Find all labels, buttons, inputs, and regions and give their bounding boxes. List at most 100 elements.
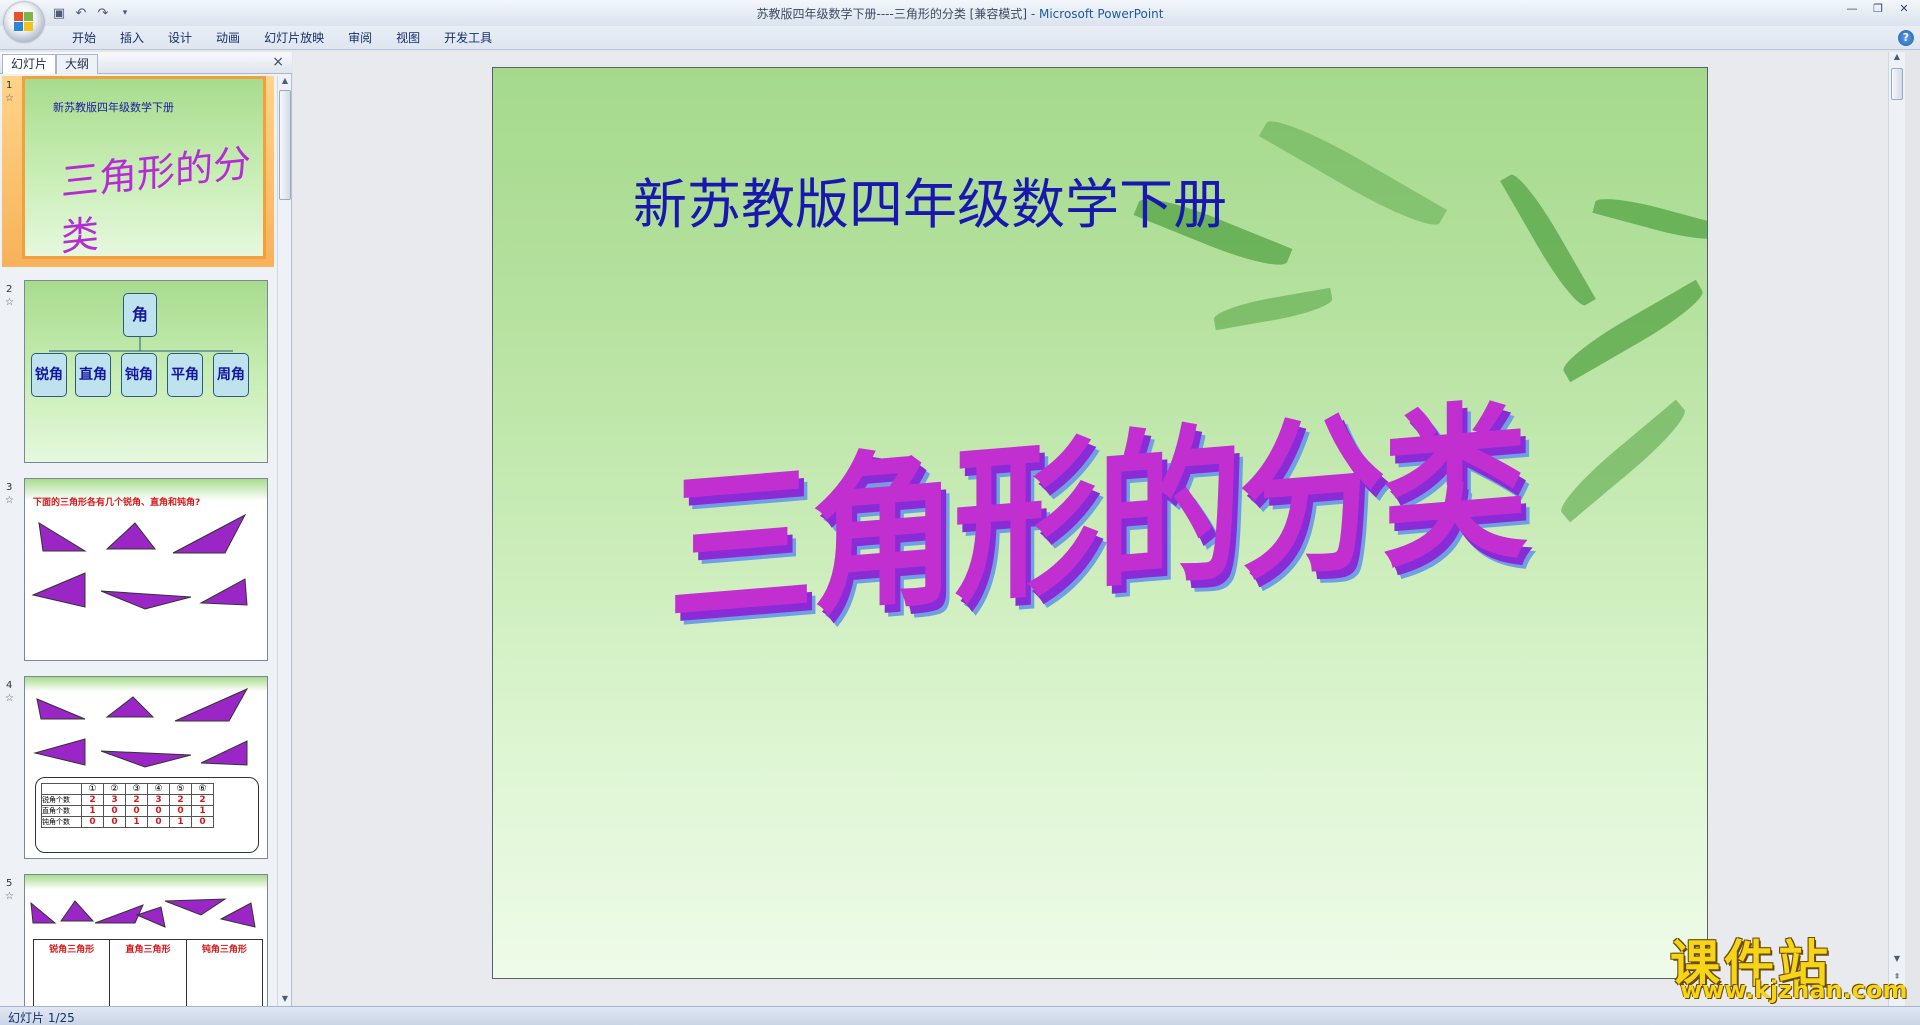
editor-scrollbar[interactable]: ▲ ▼ ⇞ ⇟ xyxy=(1888,52,1905,1006)
table-cell: ③ xyxy=(125,783,148,795)
table-cell: 2 xyxy=(125,794,148,806)
table-cell: ② xyxy=(103,783,126,795)
tab-home[interactable]: 开始 xyxy=(60,27,108,49)
status-bar: 幻灯片 1/25 xyxy=(0,1006,1920,1025)
table-cell: 0 xyxy=(81,816,104,828)
thumbnails-scrollbar[interactable]: ▲ ▼ xyxy=(277,76,291,1006)
table-cell: 钝角个数 xyxy=(41,816,82,828)
thumbnail-row-4: 4 ☆ ① ② ③ ④ ⑤ ⑥ 锐角个数 2 3 2 3 2 2 直角个数 1 … xyxy=(0,676,276,866)
thumb-category-table: 锐角三角形 直角三角形 钝角三角形 xyxy=(33,939,263,1006)
window-controls: — ❐ ✕ xyxy=(1840,0,1916,16)
table-cell: 3 xyxy=(103,794,126,806)
document-title: 苏教版四年级数学下册----三角形的分类 [兼容模式] - xyxy=(756,7,1039,21)
table-cell: ⑥ xyxy=(191,783,214,795)
thumb-child-box: 锐角 xyxy=(31,353,67,397)
scroll-down-icon[interactable]: ▼ xyxy=(279,994,291,1006)
minimize-icon[interactable]: — xyxy=(1840,0,1864,16)
close-icon[interactable]: ✕ xyxy=(1892,0,1916,16)
current-slide[interactable]: 新苏教版四年级数学下册 三角形的分类 xyxy=(492,67,1708,979)
bamboo-leaf-decoration xyxy=(1258,110,1448,236)
thumbnail-number: 5 xyxy=(6,878,13,889)
table-cell: 2 xyxy=(81,794,104,806)
animation-star-icon: ☆ xyxy=(5,891,14,902)
bamboo-leaf-decoration xyxy=(1500,169,1596,311)
thumbnail-slide-5[interactable]: 锐角三角形 直角三角形 钝角三角形 xyxy=(24,874,268,1006)
tab-outline[interactable]: 大纲 xyxy=(56,54,99,74)
scroll-thumb[interactable] xyxy=(1891,68,1903,100)
table-cell: 2 xyxy=(191,794,214,806)
tab-design[interactable]: 设计 xyxy=(156,27,204,49)
table-row: ① ② ③ ④ ⑤ ⑥ xyxy=(41,783,214,795)
thumb-child-box: 直角 xyxy=(75,353,111,397)
thumb-triangles xyxy=(33,687,249,768)
thumbnail-row-1: 1 ☆ 新苏教版四年级数学下册 三角形的分类 xyxy=(0,76,276,272)
table-cell: 1 xyxy=(169,816,192,828)
ribbon-tabs: 开始 插入 设计 动画 幻灯片放映 审阅 视图 开发工具 xyxy=(60,26,504,50)
table-cell: 0 xyxy=(147,816,170,828)
office-button[interactable] xyxy=(4,2,44,42)
slides-pane: 幻灯片 大纲 × 1 ☆ 新苏教版四年级数学下册 三角形的分类 2 ☆ 角 锐角… xyxy=(0,52,292,1006)
tab-slides[interactable]: 幻灯片 xyxy=(2,54,57,74)
table-cell: ④ xyxy=(147,783,170,795)
ribbon: 开始 插入 设计 动画 幻灯片放映 审阅 视图 开发工具 ? xyxy=(0,26,1920,50)
thumb-child-box: 钝角 xyxy=(121,353,157,397)
scroll-up-icon[interactable]: ▲ xyxy=(1891,52,1903,64)
tab-developer[interactable]: 开发工具 xyxy=(432,27,504,49)
table-cell: 0 xyxy=(169,805,192,817)
table-cell: ① xyxy=(81,783,104,795)
thumb-table: ① ② ③ ④ ⑤ ⑥ 锐角个数 2 3 2 3 2 2 直角个数 1 0 0 … xyxy=(41,783,214,828)
slide-counter: 幻灯片 1/25 xyxy=(8,1011,75,1025)
window-title: 苏教版四年级数学下册----三角形的分类 [兼容模式] - Microsoft … xyxy=(0,5,1920,22)
thumbnail-row-5: 5 ☆ 锐角三角形 直角三角形 钝角三角形 xyxy=(0,874,276,1006)
table-cell: 0 xyxy=(191,816,214,828)
table-cell: 直角三角形 xyxy=(110,940,187,1006)
table-cell: 0 xyxy=(147,805,170,817)
table-cell: 锐角三角形 xyxy=(34,940,111,1006)
thumb-child-box: 平角 xyxy=(167,353,203,397)
table-cell: 1 xyxy=(81,805,104,817)
tab-slideshow[interactable]: 幻灯片放映 xyxy=(252,27,336,49)
help-icon[interactable]: ? xyxy=(1898,30,1914,46)
thumbnail-slide-2[interactable]: 角 锐角 直角 钝角 平角 周角 xyxy=(24,280,268,463)
table-cell: 1 xyxy=(125,816,148,828)
thumbnail-row-2: 2 ☆ 角 锐角 直角 钝角 平角 周角 xyxy=(0,280,276,470)
scroll-up-icon[interactable]: ▲ xyxy=(279,76,291,88)
app-name: Microsoft PowerPoint xyxy=(1038,7,1164,21)
bamboo-leaf-decoration xyxy=(1592,191,1707,247)
tab-review[interactable]: 审阅 xyxy=(336,27,384,49)
animation-star-icon: ☆ xyxy=(5,693,14,704)
thumbnail-slide-4[interactable]: ① ② ③ ④ ⑤ ⑥ 锐角个数 2 3 2 3 2 2 直角个数 1 0 0 … xyxy=(24,676,268,859)
watermark-url: www.kjzhan.com xyxy=(1680,976,1908,1004)
thumb-triangles xyxy=(30,898,256,928)
animation-star-icon: ☆ xyxy=(5,93,14,104)
tab-view[interactable]: 视图 xyxy=(384,27,432,49)
thumb-child-box: 周角 xyxy=(213,353,249,397)
table-cell: 0 xyxy=(103,805,126,817)
table-row: 直角个数 1 0 0 0 0 1 xyxy=(41,805,214,817)
restore-icon[interactable]: ❐ xyxy=(1866,0,1890,16)
slide-title-wordart[interactable]: 三角形的分类 xyxy=(668,343,1525,659)
tab-insert[interactable]: 插入 xyxy=(108,27,156,49)
table-cell: 1 xyxy=(191,805,214,817)
table-cell: 直角个数 xyxy=(41,805,82,817)
thumbnail-slide-3[interactable]: 下面的三角形各有几个锐角、直角和钝角? xyxy=(24,478,268,661)
table-cell: 0 xyxy=(103,816,126,828)
pane-close-icon[interactable]: × xyxy=(272,54,284,70)
animation-star-icon: ☆ xyxy=(5,297,14,308)
thumbnail-slide-1[interactable]: 新苏教版四年级数学下册 三角形的分类 xyxy=(22,76,266,259)
table-cell: 3 xyxy=(147,794,170,806)
thumbnail-row-3: 3 ☆ 下面的三角形各有几个锐角、直角和钝角? xyxy=(0,478,276,668)
thumbnail-number: 2 xyxy=(6,284,13,295)
table-cell: 锐角个数 xyxy=(41,794,82,806)
thumbnail-number: 1 xyxy=(6,80,13,91)
table-cell: 0 xyxy=(125,805,148,817)
thumb-title: 三角形的分类 xyxy=(61,140,252,259)
title-bar: ▣ ↶ ↷ ▾ 苏教版四年级数学下册----三角形的分类 [兼容模式] - Mi… xyxy=(0,0,1920,42)
scroll-thumb[interactable] xyxy=(279,90,291,200)
thumbnail-number: 4 xyxy=(6,680,13,691)
bamboo-leaf-decoration xyxy=(1212,287,1334,331)
table-cell: ⑤ xyxy=(169,783,192,795)
slide-subtitle[interactable]: 新苏教版四年级数学下册 xyxy=(633,160,1227,239)
office-logo-icon xyxy=(14,12,34,32)
tab-animations[interactable]: 动画 xyxy=(204,27,252,49)
